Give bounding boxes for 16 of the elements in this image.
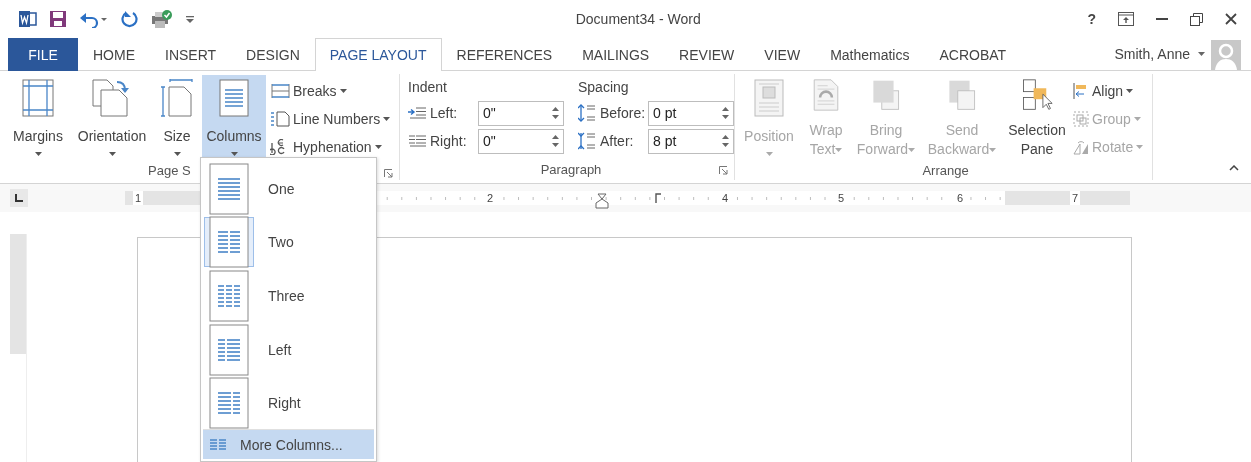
window-title: Document34 - Word — [574, 11, 702, 27]
ruler-number: 5 — [836, 191, 847, 205]
ruler-number: 2 — [485, 191, 496, 205]
field-label: Right: — [430, 133, 468, 149]
group-label: Page S — [148, 163, 191, 178]
spacing-label: Spacing — [578, 78, 630, 97]
ruler-number: 6 — [955, 191, 966, 205]
field-label: After: — [600, 133, 635, 149]
group-label: Arrange — [922, 163, 969, 178]
field-label: Left: — [430, 105, 459, 121]
ruler-number: 1 — [133, 191, 144, 205]
field-label: Before: — [600, 105, 644, 121]
ruler-number: 7 — [1070, 191, 1081, 205]
indent-label: Indent — [408, 78, 448, 97]
ruler-number: 4 — [720, 191, 731, 205]
group-label: Paragraph — [540, 161, 602, 177]
